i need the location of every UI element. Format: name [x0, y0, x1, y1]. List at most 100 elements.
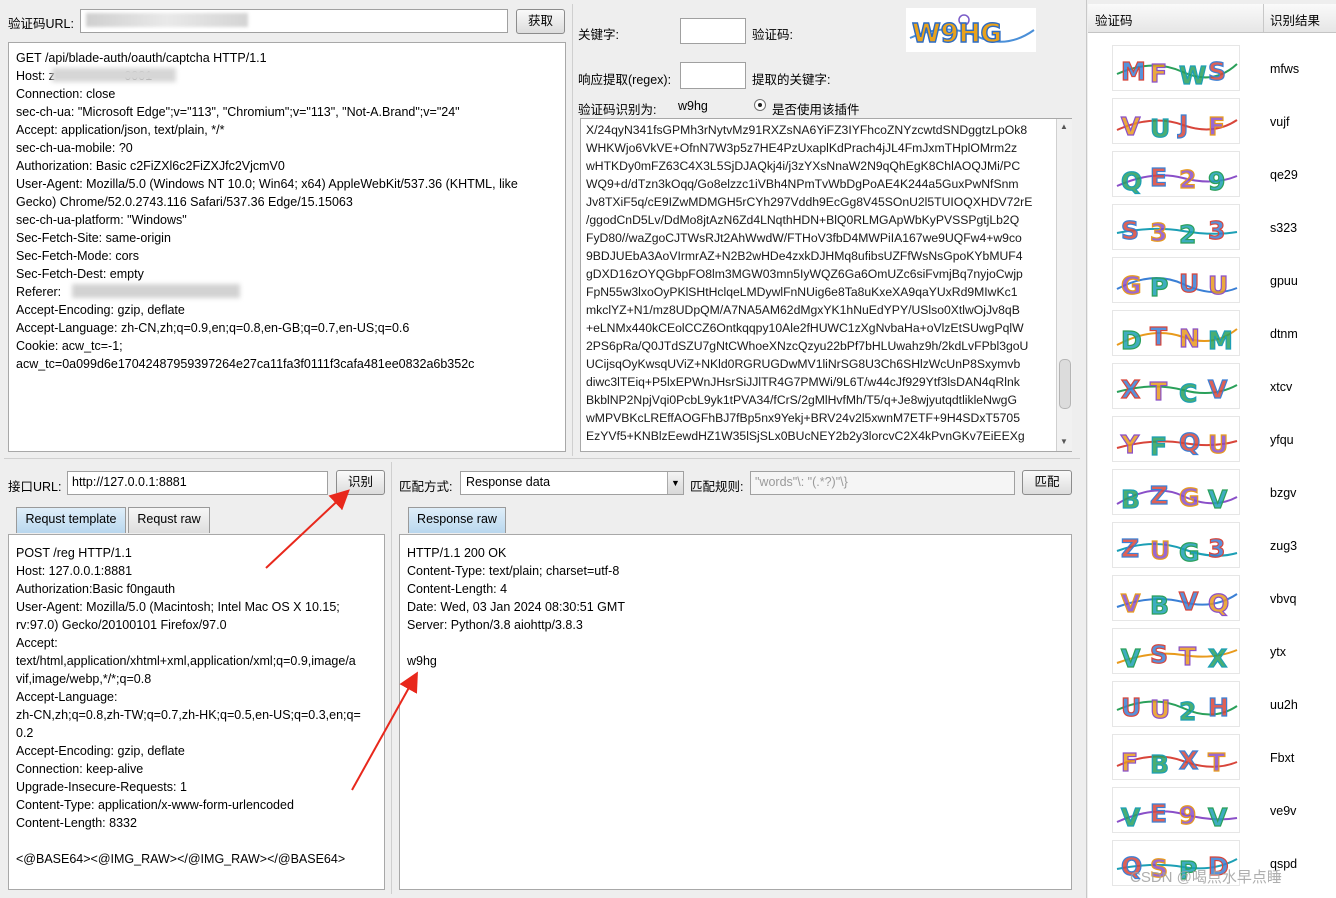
scroll-down-icon[interactable]: ▼	[1060, 437, 1068, 446]
request-line: Accept-Encoding: gzip, deflate	[16, 303, 185, 317]
request-line: User-Agent: Mozilla/5.0 (Windows NT 10.0…	[16, 177, 518, 191]
scrollbar-thumb[interactable]	[1059, 359, 1071, 409]
template-line: Content-Type: application/x-www-form-url…	[16, 798, 294, 812]
history-captcha-image: MFWS	[1112, 45, 1240, 91]
fetch-button[interactable]: 获取	[516, 9, 565, 34]
captcha-char: 2	[1179, 165, 1196, 194]
horizontal-splitter[interactable]	[4, 458, 1080, 459]
history-result: s323	[1270, 221, 1298, 235]
history-captcha-image: GPUU	[1112, 257, 1240, 303]
captcha-char: U	[1208, 430, 1228, 459]
captcha-char: U	[1121, 693, 1141, 722]
captcha-char: V	[1208, 485, 1228, 514]
captcha-char: T	[1150, 322, 1167, 351]
captcha-char: 3	[1150, 218, 1167, 247]
request-template-editor[interactable]: POST /reg HTTP/1.1 Host: 127.0.0.1:8881 Au…	[8, 534, 385, 890]
regex-label: 响应提取(regex):	[578, 73, 672, 87]
history-result: dtnm	[1270, 327, 1298, 341]
match-button[interactable]: 匹配	[1022, 470, 1072, 495]
keyword-input[interactable]	[680, 18, 746, 44]
response-line: mkclYZ+N1/mz8UDpQM/A7NA5AM62dMgxYK1hNuEd…	[586, 303, 1020, 317]
captcha-char: W	[1179, 61, 1207, 90]
captcha-char: 2	[1179, 697, 1196, 726]
column-captcha[interactable]: 验证码	[1095, 10, 1133, 29]
history-captcha-image: DTNM	[1112, 310, 1240, 356]
api-url-input[interactable]: http://127.0.0.1:8881	[67, 471, 328, 495]
history-captcha-image: VUJF	[1112, 98, 1240, 144]
response-raw-line	[407, 634, 1064, 652]
vertical-splitter[interactable]	[391, 462, 392, 894]
captcha-request-editor[interactable]: GET /api/blade-auth/oauth/captcha HTTP/1…	[8, 42, 566, 452]
history-captcha-image: QE29	[1112, 151, 1240, 197]
column-result[interactable]: 识别结果	[1270, 10, 1320, 29]
tab-requst-template[interactable]: Requst template	[16, 507, 126, 533]
response-line: 9BDJUEbA3AoVIrmrAZ+N2B2wHDe4zxkDJHMq8ufi…	[586, 249, 1023, 263]
request-line: Accept: application/json, text/plain, */…	[16, 123, 225, 137]
template-line: vif,image/webp,*/*;q=0.8	[16, 672, 152, 686]
request-line: sec-ch-ua: "Microsoft Edge";v="113", "Ch…	[16, 105, 460, 119]
extracted-keyword-label: 提取的关键字:	[752, 73, 831, 87]
response-line: wHTKDy0mFZ63C4X3L5SjDJAQkj4i/j3zYXsNnaW2…	[586, 159, 1021, 173]
chevron-down-icon[interactable]: ▼	[667, 472, 683, 494]
response-line: WQ9+d/dTzn3kOqq/Go8elzzc1iVBh4NPmTvWbDgP…	[586, 177, 1019, 191]
response-line: +eLNMx440kCEolCCZ6Ontkqqpy10Ale2fHUWC1zX…	[586, 321, 1024, 335]
regex-input[interactable]	[680, 62, 746, 89]
redacted-blur	[86, 13, 248, 27]
history-result: xtcv	[1270, 380, 1293, 394]
scroll-up-icon[interactable]: ▲	[1060, 122, 1068, 131]
recognition-response-viewer[interactable]: HTTP/1.1 200 OK Content-Type: text/plain;…	[399, 534, 1072, 890]
history-result: vbvq	[1270, 592, 1297, 606]
request-line: Cookie: acw_tc=-1;	[16, 339, 123, 353]
history-captcha-image: XTCV	[1112, 363, 1240, 409]
captcha-char: V	[1121, 589, 1141, 618]
captcha-char: P	[1150, 273, 1168, 302]
plugin-radio[interactable]	[754, 99, 766, 111]
history-result: mfws	[1270, 62, 1300, 76]
request-line: acw_tc=0a099d6e17042487959397264e27ca11f…	[16, 357, 475, 371]
column-divider[interactable]	[1263, 4, 1264, 32]
keyword-label: 关键字:	[578, 28, 619, 42]
request-line: Gecko) Chrome/52.0.2743.116 Safari/537.3…	[16, 195, 353, 209]
history-result: vujf	[1270, 115, 1290, 129]
template-line: User-Agent: Mozilla/5.0 (Macintosh; Inte…	[16, 600, 340, 614]
recognize-button[interactable]: 识别	[336, 470, 385, 495]
captcha-char: G	[1121, 271, 1142, 300]
request-line: sec-ch-ua-mobile: ?0	[16, 141, 133, 155]
captcha-char: B	[1121, 485, 1140, 514]
history-header: 验证码 识别结果	[1088, 4, 1336, 33]
vertical-splitter[interactable]	[572, 4, 573, 456]
history-captcha-image: UU2H	[1112, 681, 1240, 727]
history-captcha-image: YFQU	[1112, 416, 1240, 462]
tab-response-raw[interactable]: Response raw	[408, 507, 506, 533]
response-raw-line: HTTP/1.1 200 OK	[407, 546, 507, 560]
captcha-char: S	[1121, 216, 1139, 245]
captcha-char: F	[1208, 112, 1225, 141]
response-line: wMPVBKcLREffAOGFhBJ7fBp5nx9Yekj+BRV24v2l…	[586, 411, 1020, 425]
request-line: Connection: close	[16, 87, 116, 101]
history-result: gpuu	[1270, 274, 1298, 288]
history-captcha-image: ZUG3	[1112, 522, 1240, 568]
response-scrollbar[interactable]: ▲ ▼	[1056, 119, 1072, 451]
response-line: /ggodCnD5Lv/DdMo8jtAzN6Zd4LNqthHDN+BlQ0R…	[586, 213, 1020, 227]
captcha-char: C	[1179, 379, 1197, 408]
panel-divider	[1086, 0, 1087, 898]
template-line: Connection: keep-alive	[16, 762, 144, 776]
history-captcha-image: VE9V	[1112, 787, 1240, 833]
history-result: Fbxt	[1270, 751, 1295, 765]
template-line: text/html,application/xhtml+xml,applicat…	[16, 654, 356, 668]
captcha-char: 9	[1179, 801, 1196, 830]
captcha-char: V	[1121, 803, 1141, 832]
radio-dot	[758, 103, 762, 107]
history-captcha-image: S323	[1112, 204, 1240, 250]
template-line: Content-Length: 8332	[16, 816, 137, 830]
match-rule-input[interactable]: "words"\: "(.*?)"\}	[750, 471, 1015, 495]
match-mode-select[interactable]: Response data ▼	[460, 471, 684, 495]
captcha-char: D	[1121, 326, 1142, 355]
captcha-char: S	[1208, 57, 1226, 86]
tab-requst-raw[interactable]: Requst raw	[128, 507, 210, 533]
captcha-char: V	[1121, 112, 1141, 141]
watermark-text: CSDN @喝点水早点睡	[1130, 869, 1282, 886]
captcha-char: T	[1179, 642, 1196, 671]
captcha-char: N	[1179, 324, 1200, 353]
response-raw-line: Content-Length: 4	[407, 582, 508, 596]
